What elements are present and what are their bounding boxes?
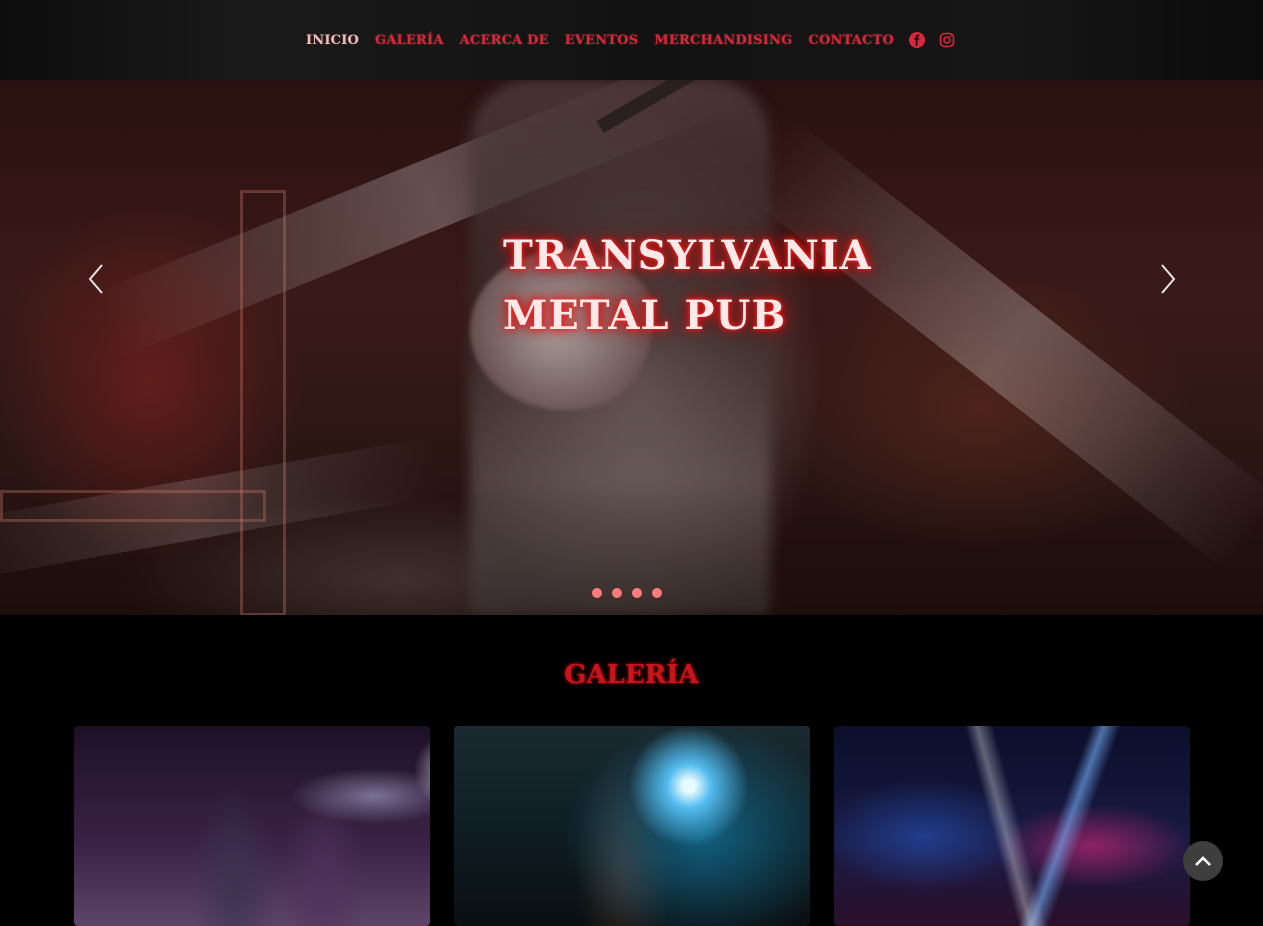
hero-title: TRANSYLVANIA METAL PUB	[503, 232, 872, 339]
carousel-indicators	[592, 588, 662, 598]
instagram-icon[interactable]	[939, 32, 955, 48]
carousel-prev-button[interactable]	[84, 261, 108, 297]
gallery-image-concert-lights[interactable]	[834, 726, 1190, 926]
nav-link-contacto[interactable]: CONTACTO	[800, 33, 902, 48]
carousel-next-button[interactable]	[1156, 261, 1180, 297]
carousel-indicator-2[interactable]	[612, 588, 622, 598]
navbar: INICIO GALERÍA ACERCA DE EVENTOS MERCHAN…	[0, 0, 1263, 80]
gallery-image-band-on-stage[interactable]	[74, 726, 430, 926]
gallery-image-singer-guitarist[interactable]	[454, 726, 810, 926]
hero-carousel: TRANSYLVANIA METAL PUB	[0, 80, 1263, 615]
scroll-to-top-button[interactable]	[1183, 841, 1223, 881]
facebook-icon[interactable]	[908, 32, 925, 48]
chevron-left-icon	[88, 264, 103, 294]
carousel-indicator-1[interactable]	[592, 588, 602, 598]
nav-link-galeria[interactable]: GALERÍA	[367, 33, 452, 48]
nav-menu: INICIO GALERÍA ACERCA DE EVENTOS MERCHAN…	[298, 32, 962, 48]
chevron-right-icon	[1161, 264, 1176, 294]
nav-link-merchandising[interactable]: MERCHANDISING	[646, 33, 800, 48]
carousel-indicator-3[interactable]	[632, 588, 642, 598]
stage-truss	[0, 490, 266, 522]
carousel-indicator-4[interactable]	[652, 588, 662, 598]
nav-link-acerca-de[interactable]: ACERCA DE	[452, 33, 557, 48]
nav-link-inicio[interactable]: INICIO	[298, 33, 367, 48]
gallery-title: GALERÍA	[564, 660, 699, 690]
nav-link-eventos[interactable]: EVENTOS	[557, 33, 647, 48]
chevron-up-icon	[1195, 856, 1211, 866]
stage-truss	[240, 190, 286, 615]
